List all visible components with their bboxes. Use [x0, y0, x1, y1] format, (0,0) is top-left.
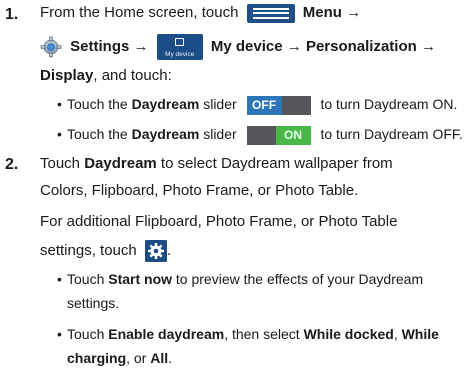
step2-line3: For additional Flipboard, Photo Frame, o… [40, 213, 398, 230]
my-device-icon: My device [156, 34, 203, 60]
step2-line4: settings, touch . [40, 240, 171, 262]
list-item-continuation: settings. [67, 295, 120, 311]
toggle-off-icon: OFF [246, 95, 311, 115]
display-label: Display [40, 67, 94, 84]
document-page: 1. From the Home screen, touch Menu → Se… [0, 0, 472, 387]
step2-line1: Touch Daydream to select Daydream wallpa… [40, 155, 393, 172]
step1-line1: From the Home screen, touch Menu → [40, 3, 361, 23]
gear-icon [40, 36, 62, 58]
step1-from-home: From the Home screen, touch [40, 4, 239, 21]
menu-label: Menu [302, 4, 342, 21]
settings-label: Settings [70, 37, 130, 55]
step1-line2: Settings → My device My device → Persona… [40, 34, 436, 60]
list-item: • Touch the Daydream slider ON to turn Da… [57, 125, 463, 145]
step-number: 2. [5, 156, 19, 173]
settings-gear-icon [144, 240, 167, 262]
list-item-continuation: charging, or All. [67, 350, 173, 366]
list-item: • Touch the Daydream slider OFF to turn D… [57, 95, 457, 115]
personalization-label: Personalization [305, 37, 417, 55]
step1-line3: Display, and touch: [40, 66, 172, 85]
list-item: • Touch Start now to preview the effects … [57, 271, 424, 287]
arrow: → [346, 4, 362, 21]
arrow: → [286, 37, 302, 55]
arrow: → [420, 37, 436, 55]
menu-icon [246, 3, 295, 23]
arrow: → [133, 37, 149, 55]
list-item: • Touch Enable daydream, then select Whil… [57, 326, 439, 342]
toggle-on-icon: ON [246, 125, 311, 145]
step-number: 1. [5, 6, 19, 23]
and-touch: , and touch: [93, 67, 172, 84]
step2-line2: Colors, Flipboard, Photo Frame, or Photo… [40, 182, 359, 199]
daydream-label: Daydream [84, 155, 157, 172]
my-device-label: My device [210, 37, 283, 55]
